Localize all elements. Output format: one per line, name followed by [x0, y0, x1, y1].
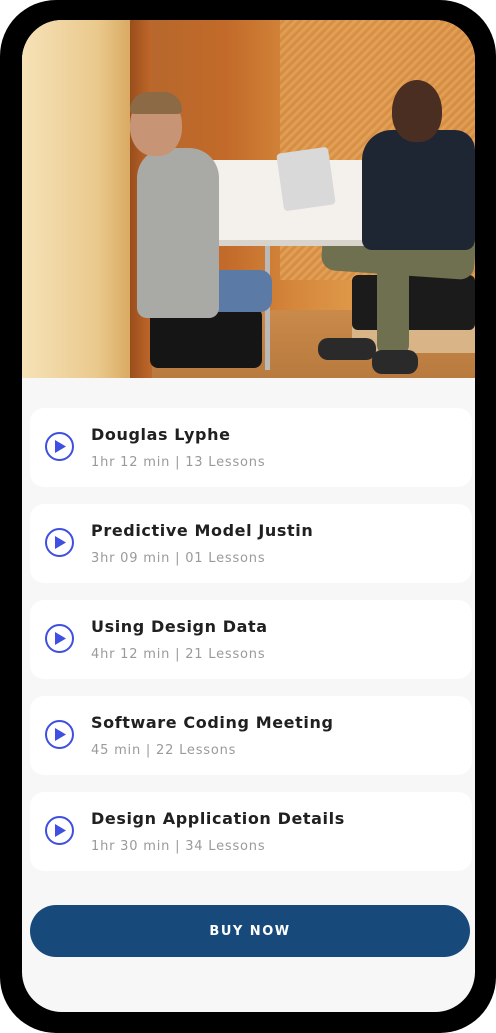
hero-image [22, 20, 475, 378]
course-card-predictive-model-justin[interactable]: Predictive Model Justin 3hr 09 min | 01 … [30, 504, 472, 583]
phone-frame: Douglas Lyphe 1hr 12 min | 13 Lessons Pr… [0, 0, 496, 1033]
course-card-software-coding-meeting[interactable]: Software Coding Meeting 45 min | 22 Less… [30, 696, 472, 775]
play-circle-icon[interactable] [45, 816, 74, 845]
course-meta: 1hr 12 min | 13 Lessons [91, 455, 266, 470]
course-title: Predictive Model Justin [91, 521, 314, 540]
play-circle-icon[interactable] [45, 720, 74, 749]
course-meta: 1hr 30 min | 34 Lessons [91, 839, 266, 854]
course-title: Design Application Details [91, 809, 345, 828]
course-title: Using Design Data [91, 617, 268, 636]
play-circle-icon[interactable] [45, 528, 74, 557]
course-card-douglas-lyphe[interactable]: Douglas Lyphe 1hr 12 min | 13 Lessons [30, 408, 472, 487]
course-title: Douglas Lyphe [91, 425, 231, 444]
course-list: Douglas Lyphe 1hr 12 min | 13 Lessons Pr… [30, 408, 472, 888]
play-circle-icon[interactable] [45, 432, 74, 461]
course-meta: 4hr 12 min | 21 Lessons [91, 647, 266, 662]
course-title: Software Coding Meeting [91, 713, 334, 732]
course-card-using-design-data[interactable]: Using Design Data 4hr 12 min | 21 Lesson… [30, 600, 472, 679]
play-circle-icon[interactable] [45, 624, 74, 653]
course-card-design-application-details[interactable]: Design Application Details 1hr 30 min | … [30, 792, 472, 871]
course-meta: 3hr 09 min | 01 Lessons [91, 551, 266, 566]
course-meta: 45 min | 22 Lessons [91, 743, 237, 758]
app-screen: Douglas Lyphe 1hr 12 min | 13 Lessons Pr… [22, 20, 475, 1012]
buy-now-button[interactable]: BUY NOW [30, 905, 470, 957]
